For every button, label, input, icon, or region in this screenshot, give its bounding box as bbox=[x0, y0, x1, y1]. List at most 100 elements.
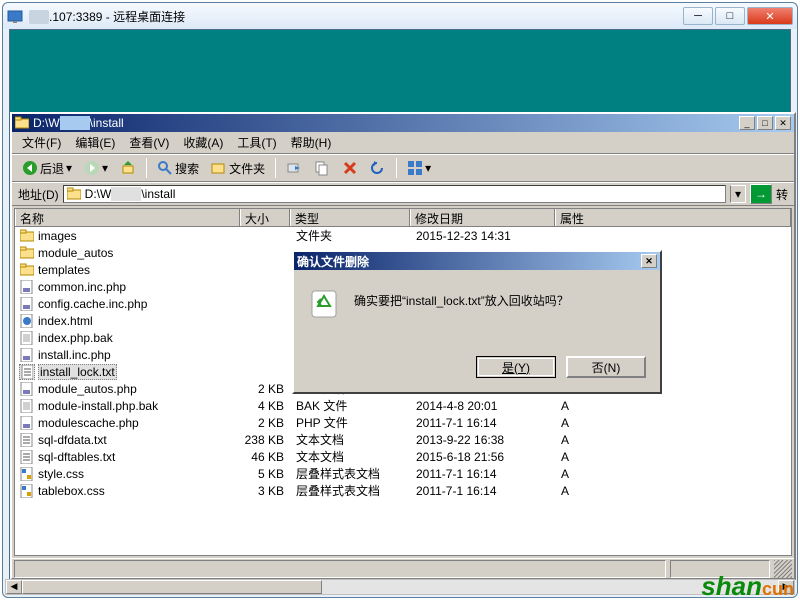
address-dropdown[interactable]: ▾ bbox=[730, 185, 746, 203]
views-button[interactable]: ▾ bbox=[403, 158, 435, 178]
folders-button[interactable]: 文件夹 bbox=[207, 158, 269, 179]
confirm-delete-dialog: 确认文件删除 ✕ 确实要把“install_lock.txt”放入回收站吗？ 是… bbox=[292, 250, 662, 394]
menu-help[interactable]: 帮助(H) bbox=[285, 132, 338, 153]
views-icon bbox=[407, 160, 423, 176]
dialog-close[interactable]: ✕ bbox=[641, 254, 657, 268]
no-button[interactable]: 否(N) bbox=[566, 356, 646, 378]
menu-view[interactable]: 查看(V) bbox=[123, 132, 175, 153]
status-main bbox=[14, 560, 666, 578]
go-label: 转 bbox=[776, 186, 788, 203]
minimize-button[interactable]: ─ bbox=[683, 7, 713, 25]
php-icon bbox=[19, 296, 35, 312]
file-name: index.php.bak bbox=[38, 331, 113, 345]
folder-icon bbox=[19, 228, 35, 244]
col-attr[interactable]: 属性 bbox=[555, 209, 791, 226]
file-date: 2011-7-1 16:14 bbox=[410, 416, 555, 430]
explorer-minimize[interactable]: _ bbox=[739, 116, 755, 130]
address-input[interactable]: D:\Wxxxxx\install bbox=[63, 185, 726, 203]
watermark: shancun bbox=[701, 571, 794, 602]
table-row[interactable]: tablebox.css3 KB层叠样式表文档2011-7-1 16:14A bbox=[15, 482, 791, 499]
file-type: 文件夹 bbox=[290, 227, 410, 244]
yes-button[interactable]: 是(Y) bbox=[476, 356, 556, 378]
explorer-close[interactable]: ✕ bbox=[775, 116, 791, 130]
folder-icon bbox=[19, 245, 35, 261]
col-name[interactable]: 名称 bbox=[15, 209, 240, 226]
file-name: templates bbox=[38, 263, 90, 277]
back-button[interactable]: 后退 ▾ bbox=[18, 158, 76, 179]
col-size[interactable]: 大小 bbox=[240, 209, 290, 226]
menubar: 文件(F) 编辑(E) 查看(V) 收藏(A) 工具(T) 帮助(H) bbox=[12, 132, 794, 154]
file-type: 层叠样式表文档 bbox=[290, 465, 410, 482]
bak-icon bbox=[19, 398, 35, 414]
up-button[interactable] bbox=[116, 158, 140, 178]
list-header: 名称 大小 类型 修改日期 属性 bbox=[15, 209, 791, 227]
table-row[interactable]: style.css5 KB层叠样式表文档2011-7-1 16:14A bbox=[15, 465, 791, 482]
php-icon bbox=[19, 381, 35, 397]
file-size: 46 KB bbox=[240, 450, 290, 464]
table-row[interactable]: module-install.php.bak4 KBBAK 文件2014-4-8… bbox=[15, 397, 791, 414]
file-date: 2015-12-23 14:31 bbox=[410, 229, 555, 243]
maximize-button[interactable]: □ bbox=[715, 7, 745, 25]
file-attr: A bbox=[555, 450, 615, 464]
file-type: 层叠样式表文档 bbox=[290, 482, 410, 499]
file-name: tablebox.css bbox=[38, 484, 105, 498]
file-date: 2014-4-8 20:01 bbox=[410, 399, 555, 413]
rdp-titlebar: 000.107:3389 - 远程桌面连接 ─ □ ✕ bbox=[3, 3, 797, 29]
address-label: 地址(D) bbox=[18, 186, 59, 203]
explorer-title: D:\Wxxxxx\install bbox=[33, 116, 124, 130]
menu-tools[interactable]: 工具(T) bbox=[231, 132, 282, 153]
file-name: module_autos.php bbox=[38, 382, 137, 396]
move-button[interactable] bbox=[282, 158, 306, 178]
close-button[interactable]: ✕ bbox=[747, 7, 793, 25]
file-name: sql-dfdata.txt bbox=[38, 433, 107, 447]
rdp-window: 000.107:3389 - 远程桌面连接 ─ □ ✕ D:\Wxxxxx\in… bbox=[2, 2, 798, 598]
file-attr: A bbox=[555, 467, 615, 481]
file-size: 3 KB bbox=[240, 484, 290, 498]
scrollbar-thumb[interactable] bbox=[22, 580, 322, 594]
table-row[interactable]: modulescache.php2 KBPHP 文件2011-7-1 16:14… bbox=[15, 414, 791, 431]
file-name: install_lock.txt bbox=[38, 364, 117, 380]
html-icon bbox=[19, 313, 35, 329]
rdp-title: 000.107:3389 - 远程桌面连接 bbox=[29, 8, 683, 25]
search-button[interactable]: 搜索 bbox=[153, 158, 203, 179]
menu-file[interactable]: 文件(F) bbox=[16, 132, 67, 153]
search-label: 搜索 bbox=[175, 160, 199, 177]
table-row[interactable]: sql-dfdata.txt238 KB文本文档2013-9-22 16:38A bbox=[15, 431, 791, 448]
toolbar: 后退 ▾ ▾ 搜索 文件夹 ▾ bbox=[12, 154, 794, 182]
css-icon bbox=[19, 483, 35, 499]
file-date: 2013-9-22 16:38 bbox=[410, 433, 555, 447]
file-name: install.inc.php bbox=[38, 348, 111, 362]
col-date[interactable]: 修改日期 bbox=[410, 209, 555, 226]
file-attr: A bbox=[555, 399, 615, 413]
php-icon bbox=[19, 279, 35, 295]
file-name: common.inc.php bbox=[38, 280, 126, 294]
col-type[interactable]: 类型 bbox=[290, 209, 410, 226]
file-name: sql-dftables.txt bbox=[38, 450, 115, 464]
file-type: BAK 文件 bbox=[290, 397, 410, 414]
folder-icon bbox=[66, 186, 82, 202]
folder-icon bbox=[19, 262, 35, 278]
txt-icon bbox=[19, 449, 35, 465]
up-icon bbox=[120, 160, 136, 176]
horizontal-scrollbar[interactable]: ◀ ▶ bbox=[5, 579, 795, 595]
delete-button[interactable] bbox=[338, 158, 362, 178]
copy-button[interactable] bbox=[310, 158, 334, 178]
dialog-title: 确认文件删除 ✕ bbox=[294, 252, 660, 270]
explorer-maximize[interactable]: □ bbox=[757, 116, 773, 130]
copy-icon bbox=[314, 160, 330, 176]
txt-icon bbox=[19, 364, 35, 380]
undo-button[interactable] bbox=[366, 158, 390, 178]
forward-button[interactable]: ▾ bbox=[80, 158, 112, 178]
folders-icon bbox=[211, 160, 227, 176]
back-icon bbox=[22, 160, 38, 176]
menu-edit[interactable]: 编辑(E) bbox=[69, 132, 121, 153]
table-row[interactable]: images文件夹2015-12-23 14:31 bbox=[15, 227, 791, 244]
table-row[interactable]: sql-dftables.txt46 KB文本文档2015-6-18 21:56… bbox=[15, 448, 791, 465]
menu-favorites[interactable]: 收藏(A) bbox=[177, 132, 229, 153]
undo-icon bbox=[370, 160, 386, 176]
go-button[interactable]: → bbox=[750, 184, 772, 204]
search-icon bbox=[157, 160, 173, 176]
file-name: module-install.php.bak bbox=[38, 399, 158, 413]
file-attr: A bbox=[555, 484, 615, 498]
statusbar bbox=[12, 558, 794, 578]
